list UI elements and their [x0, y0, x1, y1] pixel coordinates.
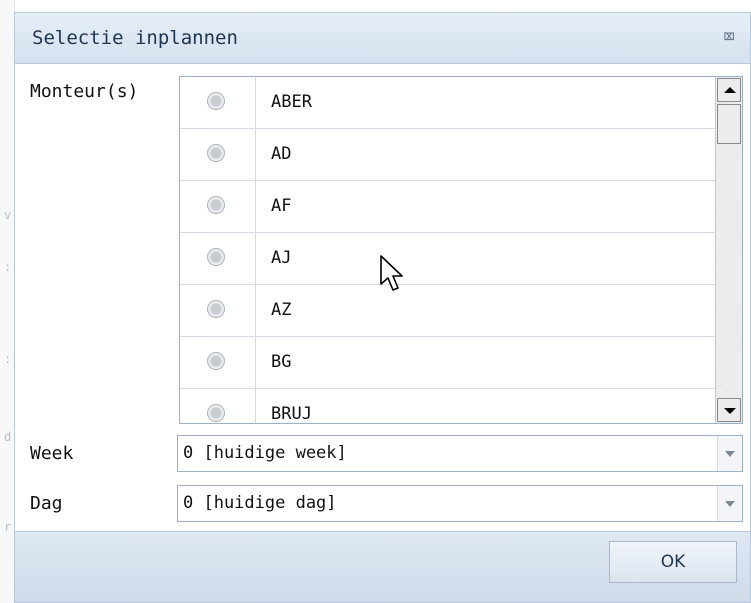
- dag-select[interactable]: 0 [huidige dag]: [177, 485, 743, 522]
- monteur-row[interactable]: ABER: [180, 77, 717, 129]
- monteur-radio[interactable]: [207, 404, 225, 422]
- monteur-name: BG: [271, 352, 292, 372]
- scroll-thumb[interactable]: [717, 104, 741, 144]
- monteur-row[interactable]: BG: [180, 337, 717, 389]
- dag-select-value: 0 [huidige dag]: [183, 493, 337, 513]
- monteur-radio[interactable]: [207, 144, 225, 162]
- dialog-title: Selectie inplannen: [32, 27, 238, 49]
- chevron-down-icon[interactable]: [717, 436, 742, 471]
- monteur-radio[interactable]: [207, 300, 225, 318]
- monteurs-rows: ABER AD AF AJ AZ BG BRUJ: [180, 77, 717, 424]
- radio-cell: [180, 285, 256, 336]
- monteur-radio[interactable]: [207, 196, 225, 214]
- monteur-row[interactable]: AF: [180, 181, 717, 233]
- radio-cell: [180, 389, 256, 423]
- week-label: Week: [30, 443, 74, 464]
- week-select-value: 0 [huidige week]: [183, 443, 347, 463]
- monteur-row[interactable]: BRUJ: [180, 389, 717, 424]
- radio-cell: [180, 337, 256, 388]
- monteur-name: BRUJ: [271, 404, 312, 424]
- week-select[interactable]: 0 [huidige week]: [177, 435, 743, 472]
- dialog-footer: OK: [15, 531, 750, 602]
- monteur-row[interactable]: AJ: [180, 233, 717, 285]
- monteur-row[interactable]: AD: [180, 129, 717, 181]
- monteur-radio[interactable]: [207, 92, 225, 110]
- monteur-name: ABER: [271, 92, 312, 112]
- dialog-titlebar: Selectie inplannen ⌧: [15, 13, 750, 64]
- vertical-scrollbar[interactable]: [715, 77, 742, 423]
- radio-cell: [180, 77, 256, 128]
- ok-button[interactable]: OK: [609, 541, 737, 583]
- monteurs-listbox[interactable]: ABER AD AF AJ AZ BG BRUJ: [179, 76, 743, 424]
- monteur-name: AJ: [271, 248, 292, 268]
- close-icon[interactable]: ⌧: [718, 25, 740, 47]
- radio-cell: [180, 129, 256, 180]
- monteur-name: AD: [271, 144, 292, 164]
- monteur-radio[interactable]: [207, 248, 225, 266]
- monteur-name: AZ: [271, 300, 292, 320]
- scroll-up-button[interactable]: [717, 78, 741, 102]
- monteur-radio[interactable]: [207, 352, 225, 370]
- selectie-inplannen-dialog: Selectie inplannen ⌧ Monteur(s) ABER AD AF…: [14, 12, 751, 603]
- chevron-down-icon[interactable]: [717, 486, 742, 521]
- monteur-name: AF: [271, 196, 292, 216]
- monteur-row[interactable]: AZ: [180, 285, 717, 337]
- dag-label: Dag: [30, 493, 63, 514]
- radio-cell: [180, 233, 256, 284]
- background-page-strip: v : : d r: [0, 0, 15, 603]
- scroll-down-button[interactable]: [717, 398, 741, 422]
- radio-cell: [180, 181, 256, 232]
- monteurs-label: Monteur(s): [30, 81, 139, 102]
